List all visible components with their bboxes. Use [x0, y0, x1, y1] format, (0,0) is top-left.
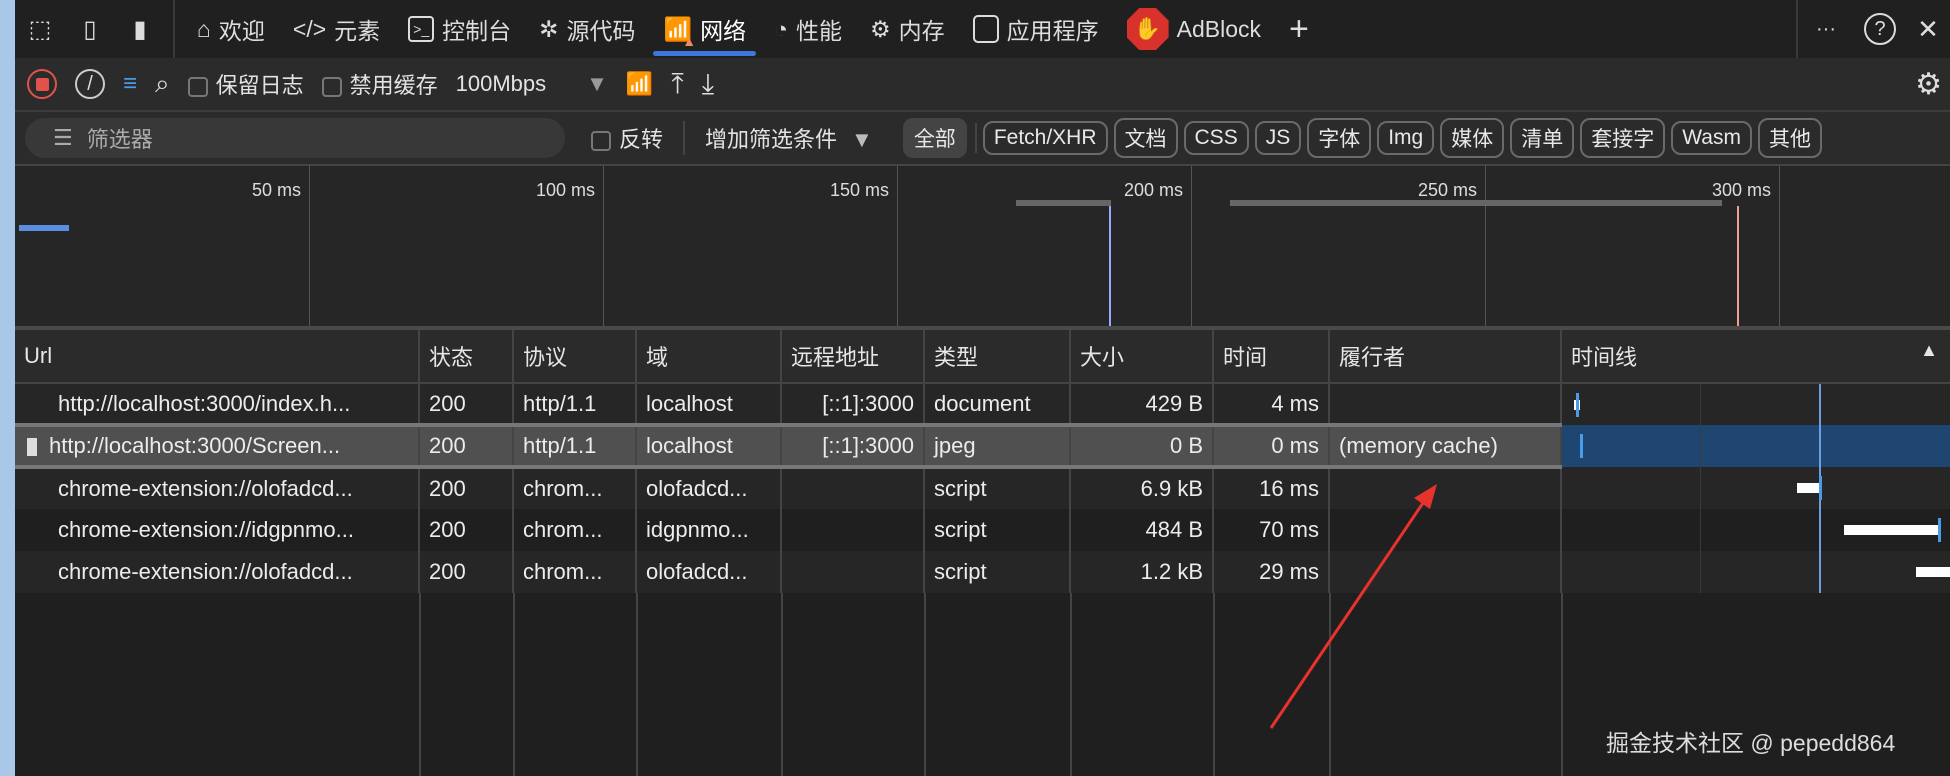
annotation-arrow: [1269, 484, 1437, 729]
watermark: 掘金技术社区 @ pepedd864: [1606, 730, 1896, 756]
